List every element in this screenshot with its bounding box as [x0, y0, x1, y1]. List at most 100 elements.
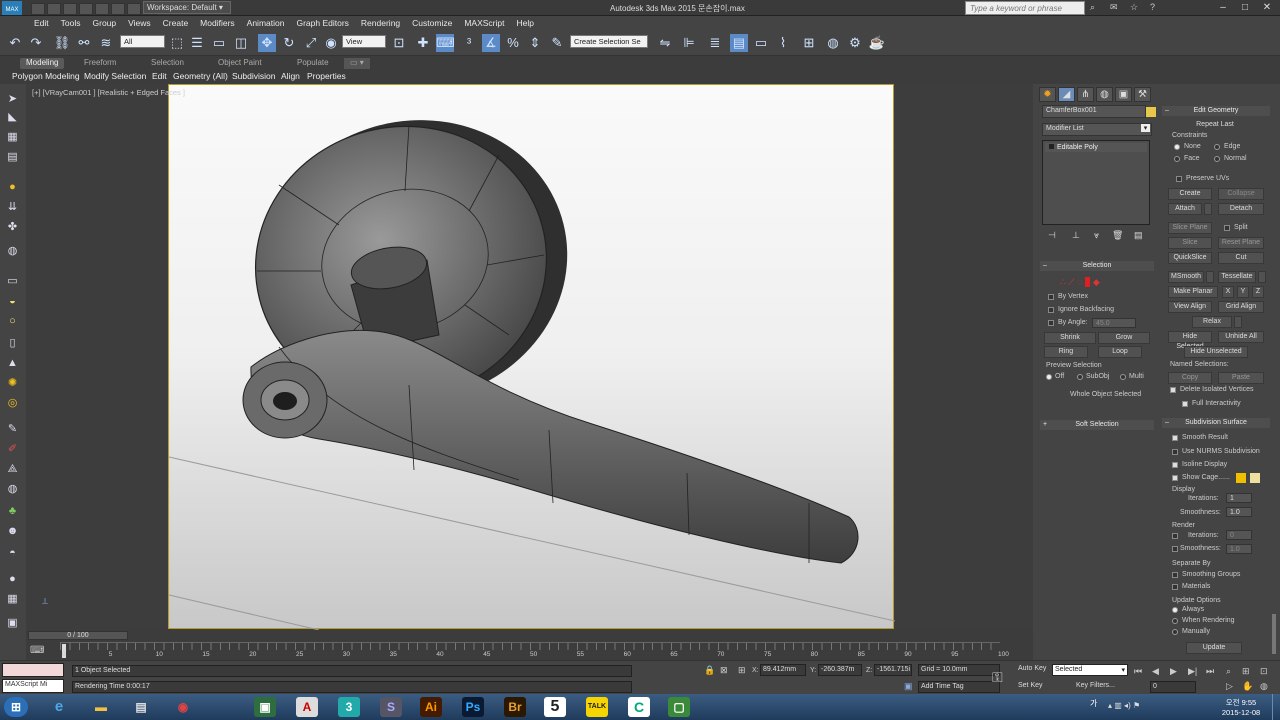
brush-icon[interactable]: ✐ [5, 442, 20, 457]
cube-icon[interactable]: ▣ [5, 616, 20, 631]
preview-off-radio[interactable] [1046, 374, 1052, 380]
layer-manager-icon[interactable]: ≣ [706, 34, 724, 52]
illustrator-icon[interactable]: Ai [420, 697, 442, 717]
favorites-icon[interactable]: ☆ [1130, 2, 1138, 13]
lock-selection-icon[interactable]: 🔒 [704, 665, 715, 676]
kakaotalk-icon[interactable]: TALK [586, 697, 608, 717]
tab-modeling[interactable]: Modeling [20, 58, 65, 69]
autocad-icon[interactable]: A [296, 697, 318, 717]
edit-named-selection-icon[interactable]: ✎ [548, 34, 566, 52]
sketchup-icon[interactable]: S [380, 697, 402, 717]
collapse-button[interactable]: Collapse [1218, 188, 1264, 200]
play-icon[interactable]: ▶ [1170, 666, 1177, 677]
select-by-name-icon[interactable]: ☰ [188, 34, 206, 52]
attach-settings-button[interactable] [1204, 203, 1212, 215]
internet-explorer-icon[interactable]: e [48, 697, 70, 717]
preserve-uvs-checkbox[interactable] [1176, 176, 1182, 182]
schematic-view-icon[interactable]: ⊞ [800, 34, 818, 52]
tray-chevron-icon[interactable]: ▴ [1108, 701, 1112, 710]
set-key-button[interactable]: Set Key [1016, 681, 1050, 693]
hierarchy-tab-icon[interactable]: ⋔ [1077, 87, 1094, 102]
create-button[interactable]: Create [1168, 188, 1212, 200]
named-selection-set-dropdown[interactable]: Create Selection Se [570, 35, 648, 48]
sun-icon[interactable]: ✺ [5, 376, 20, 391]
planar-x-button[interactable]: X [1222, 286, 1234, 298]
msmooth-button[interactable]: MSmooth [1168, 271, 1204, 283]
rect-selection-icon[interactable]: ▭ [210, 34, 228, 52]
current-frame-field[interactable]: 0 [1150, 681, 1196, 693]
light-icon[interactable]: ● [5, 180, 20, 195]
globe-icon[interactable]: ◍ [5, 482, 20, 497]
save-icon[interactable] [63, 3, 77, 15]
stack-item-editable-poly[interactable]: Editable Poly [1045, 143, 1147, 152]
clock[interactable]: 오전 9:55 2015-12-08 [1216, 697, 1266, 717]
render-iterations-spinner[interactable]: 0 [1226, 530, 1252, 540]
ball-icon[interactable]: ● [5, 572, 20, 587]
planar-z-button[interactable]: Z [1252, 286, 1264, 298]
walk-icon[interactable]: ☻ [5, 524, 20, 539]
loop-button[interactable]: Loop [1098, 346, 1142, 358]
cage-color-swatch[interactable] [1236, 473, 1246, 483]
smoothing-groups-checkbox[interactable] [1172, 572, 1178, 578]
time-tag-icon[interactable]: ▣ [904, 681, 913, 692]
subtab-subdivision[interactable]: Subdivision [232, 71, 275, 81]
rock-icon[interactable]: ◓ [5, 546, 20, 561]
select-manipulate-icon[interactable]: ✚ [414, 34, 432, 52]
start-button[interactable]: ⊞ [4, 697, 28, 717]
angle-spinner[interactable]: 45.0 [1092, 318, 1136, 328]
render-iterations-checkbox[interactable] [1172, 533, 1178, 539]
isoline-display-checkbox[interactable] [1172, 462, 1178, 468]
viewport-render-area[interactable] [168, 84, 895, 630]
redo-icon[interactable] [95, 3, 109, 15]
preview-subobj-radio[interactable] [1077, 374, 1083, 380]
plant-icon[interactable]: ♣ [5, 504, 20, 519]
curve-editor-icon[interactable]: ⌇ [774, 34, 792, 52]
viewport-label[interactable]: [+] [VRayCam001 ] [Realistic + Edged Fac… [32, 88, 185, 97]
subtab-geometry[interactable]: Geometry (All) [173, 71, 228, 81]
menu-customize[interactable]: Customize [406, 16, 458, 30]
previous-frame-icon[interactable]: ◀ [1152, 666, 1159, 677]
time-slider[interactable]: 0 / 100 [28, 631, 128, 640]
app-camera-icon[interactable]: ▢ [668, 697, 690, 717]
menu-group[interactable]: Group [87, 16, 123, 30]
select-object-icon[interactable]: ⬚ [168, 34, 186, 52]
place-icon[interactable]: ◉ [322, 34, 340, 52]
edge-tool-icon[interactable]: ◣ [5, 110, 20, 125]
unlink-icon[interactable]: ⚯ [75, 34, 93, 52]
workspace-dropdown[interactable]: Workspace: Default ▾ [143, 1, 231, 14]
constraint-edge-radio[interactable] [1214, 144, 1220, 150]
cylinder-icon[interactable]: ▯ [5, 336, 20, 351]
menu-animation[interactable]: Animation [241, 16, 291, 30]
by-angle-checkbox[interactable] [1048, 320, 1054, 326]
go-to-start-icon[interactable]: ⏮ [1134, 666, 1142, 677]
attach-button[interactable]: Attach [1168, 203, 1202, 215]
sphere-icon[interactable]: ◍ [5, 244, 20, 259]
update-always-radio[interactable] [1172, 607, 1178, 613]
subtab-modify-selection[interactable]: Modify Selection [84, 71, 146, 81]
ring-button[interactable]: Ring [1044, 346, 1088, 358]
scale-icon[interactable]: ⤢ [302, 34, 320, 52]
auto-key-button[interactable]: Auto Key [1016, 664, 1050, 676]
help-icon[interactable]: ? [1150, 2, 1155, 12]
by-vertex-checkbox[interactable] [1048, 294, 1054, 300]
maximize-button[interactable]: □ [1234, 0, 1256, 15]
network-icon[interactable]: ▥ [1114, 701, 1122, 710]
spinner-snap-icon[interactable]: ⇕ [526, 34, 544, 52]
search-input[interactable]: Type a keyword or phrase [965, 1, 1085, 15]
app-logo-icon[interactable]: MAX [2, 1, 22, 15]
flag-icon[interactable]: ⚑ [1133, 701, 1140, 710]
soft-selection-rollout-header[interactable]: + Soft Selection [1040, 420, 1154, 430]
zoom-extents-icon[interactable]: ⊡ [1260, 666, 1268, 677]
copy-button[interactable]: Copy [1168, 372, 1212, 384]
preview-multi-radio[interactable] [1120, 374, 1126, 380]
update-button[interactable]: Update [1186, 642, 1242, 654]
use-nurms-checkbox[interactable] [1172, 449, 1178, 455]
utilities-tab-icon[interactable]: ⚒ [1134, 87, 1151, 102]
pin-stack-icon[interactable]: ⊣ [1048, 230, 1056, 241]
subtab-edit[interactable]: Edit [152, 71, 167, 81]
percent-snap-icon[interactable]: % [504, 34, 522, 52]
photoshop-icon[interactable]: Ps [462, 697, 484, 717]
keyboard-shortcut-toggle-icon[interactable]: ⌨ [436, 34, 455, 52]
render-setup-icon[interactable]: ⚙ [846, 34, 864, 52]
mini-curve-editor-icon[interactable]: ⌨ [30, 645, 50, 657]
